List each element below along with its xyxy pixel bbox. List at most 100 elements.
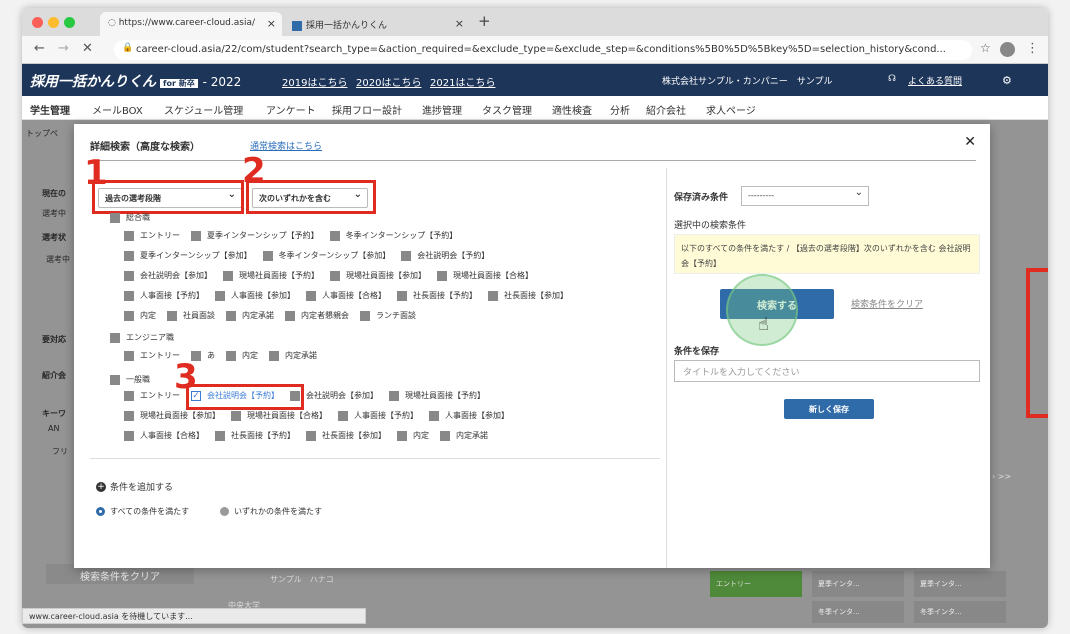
option-checkbox[interactable]: 人事面接【参加】 — [429, 410, 509, 421]
option-checkbox[interactable]: 内定承諾 — [226, 310, 274, 321]
checkbox[interactable] — [231, 410, 241, 421]
checkbox[interactable] — [389, 390, 399, 401]
checkbox[interactable] — [191, 350, 201, 361]
option-checkbox[interactable]: ✓ 会社説明会【予約】 — [191, 390, 279, 401]
radio-any[interactable]: いずれかの条件を満たす — [220, 506, 322, 517]
checkbox[interactable] — [401, 250, 412, 261]
checkbox[interactable] — [124, 290, 134, 301]
checkbox[interactable] — [290, 390, 300, 401]
checkbox[interactable] — [306, 290, 316, 301]
profile-avatar[interactable] — [1000, 42, 1015, 57]
option-checkbox[interactable]: 冬季インターンシップ【予約】 — [329, 230, 457, 241]
link-2019[interactable]: 2019はこちら — [282, 74, 347, 89]
link-2020[interactable]: 2020はこちら — [356, 74, 421, 89]
checkbox[interactable] — [226, 310, 236, 321]
checkbox[interactable] — [437, 270, 447, 281]
option-checkbox[interactable]: ランチ面談 — [360, 310, 416, 321]
faq-link[interactable]: よくある質問 — [908, 74, 962, 87]
option-checkbox[interactable]: 内定 — [124, 310, 156, 321]
browser-menu-icon[interactable]: ⋮ — [1026, 41, 1039, 56]
checkbox[interactable] — [124, 350, 134, 361]
gear-icon[interactable]: ⚙ — [1002, 74, 1012, 87]
checkbox[interactable] — [397, 430, 407, 441]
checkbox[interactable] — [124, 390, 134, 401]
option-checkbox[interactable]: エントリー — [124, 230, 180, 241]
option-checkbox[interactable]: 内定 — [226, 350, 258, 361]
checkbox[interactable] — [226, 350, 236, 361]
checkbox[interactable] — [338, 410, 348, 421]
option-checkbox[interactable]: 現場社員面接【予約】 — [223, 270, 319, 281]
add-condition-button[interactable]: + 条件を追加する — [96, 480, 173, 493]
option-checkbox[interactable]: 人事面接【予約】 — [338, 410, 418, 421]
bg-pager[interactable]: › >> — [992, 472, 1011, 481]
checkbox[interactable] — [285, 310, 295, 321]
checkbox[interactable] — [306, 430, 316, 441]
option-checkbox[interactable]: 現場社員面接【参加】 — [124, 410, 220, 421]
option-checkbox[interactable]: 会社説明会【参加】 — [290, 390, 378, 401]
menu-item-survey[interactable]: アンケート — [266, 102, 316, 117]
option-checkbox[interactable]: 人事面接【合格】 — [124, 430, 204, 441]
menu-item-flow[interactable]: 採用フロー設計 — [332, 102, 402, 117]
checkbox[interactable] — [262, 250, 273, 261]
option-checkbox[interactable]: 人事面接【予約】 — [124, 290, 204, 301]
checkbox[interactable] — [110, 332, 120, 343]
checkbox[interactable] — [429, 410, 439, 421]
new-save-button[interactable]: 新しく保存 — [784, 399, 874, 419]
checkbox[interactable] — [110, 212, 120, 223]
checkbox[interactable] — [124, 250, 134, 261]
menu-item-mailbox[interactable]: メールBOX — [92, 102, 143, 117]
back-icon[interactable]: ← — [34, 41, 45, 56]
option-checkbox[interactable]: 現場社員面接【合格】 — [231, 410, 327, 421]
link-2021[interactable]: 2021はこちら — [430, 74, 495, 89]
browser-tab-active[interactable]: ◌ https://www.career-cloud.asia/ × — [100, 12, 282, 36]
option-checkbox[interactable]: 社長面接【予約】 — [215, 430, 295, 441]
option-checkbox[interactable]: 社員面談 — [167, 310, 215, 321]
option-checkbox[interactable]: 内定者懇親会 — [285, 310, 349, 321]
option-checkbox[interactable]: 会社説明会【参加】 — [124, 270, 212, 281]
browser-tab-other[interactable]: 採用一括かんりくん × — [284, 12, 470, 36]
close-tab-icon[interactable]: × — [267, 17, 276, 30]
checkbox[interactable] — [397, 290, 407, 301]
checkbox[interactable] — [167, 310, 177, 321]
option-checkbox[interactable]: 社長面接【参加】 — [306, 430, 386, 441]
title-input[interactable]: タイトルを入力してください — [674, 360, 980, 382]
close-icon[interactable]: ✕ — [964, 134, 976, 150]
checkbox[interactable] — [269, 350, 279, 361]
option-checkbox[interactable]: エントリー — [124, 350, 180, 361]
checkbox[interactable] — [215, 290, 225, 301]
option-checkbox[interactable]: あ — [191, 350, 215, 361]
stop-icon[interactable]: ✕ — [82, 41, 93, 56]
option-checkbox[interactable]: エントリー — [124, 390, 180, 401]
close-window-icon[interactable] — [32, 17, 43, 28]
checkbox[interactable] — [124, 410, 134, 421]
bookmark-star-icon[interactable]: ☆ — [980, 41, 991, 55]
menu-item-analysis[interactable]: 分析 — [610, 102, 630, 117]
checkbox[interactable] — [124, 230, 134, 241]
option-checkbox[interactable]: 夏季インターンシップ【予約】 — [191, 230, 319, 241]
checkbox[interactable] — [215, 430, 225, 441]
checkbox[interactable] — [488, 290, 498, 301]
checkbox[interactable] — [124, 430, 134, 441]
option-checkbox[interactable]: 人事面接【合格】 — [306, 290, 386, 301]
option-checkbox[interactable]: 現場社員面接【参加】 — [330, 270, 426, 281]
option-checkbox[interactable]: 人事面接【参加】 — [215, 290, 295, 301]
checkbox[interactable] — [191, 230, 201, 241]
url-input[interactable]: 🔒 career-cloud.asia/22/com/student?search… — [114, 40, 972, 60]
checkbox[interactable] — [124, 310, 134, 321]
checkbox[interactable] — [124, 270, 134, 281]
option-checkbox[interactable]: 社長面接【参加】 — [488, 290, 568, 301]
menu-item-students[interactable]: 学生管理 — [30, 102, 70, 117]
clear-conditions-link[interactable]: 検索条件をクリア — [851, 297, 923, 310]
checkbox[interactable] — [223, 270, 233, 281]
option-checkbox[interactable]: 冬季インターンシップ【参加】 — [262, 250, 390, 261]
minimize-window-icon[interactable] — [48, 17, 59, 28]
option-checkbox[interactable]: 現場社員面接【合格】 — [437, 270, 533, 281]
forward-icon[interactable]: → — [58, 41, 69, 56]
menu-item-progress[interactable]: 進捗管理 — [422, 102, 462, 117]
option-checkbox[interactable]: 内定承諾 — [440, 430, 488, 441]
menu-item-task[interactable]: タスク管理 — [482, 102, 532, 117]
option-checkbox[interactable]: 内定 — [397, 430, 429, 441]
radio-all[interactable]: すべての条件を満たす — [96, 506, 189, 517]
menu-item-schedule[interactable]: スケジュール管理 — [164, 102, 243, 117]
checkbox[interactable] — [330, 270, 340, 281]
